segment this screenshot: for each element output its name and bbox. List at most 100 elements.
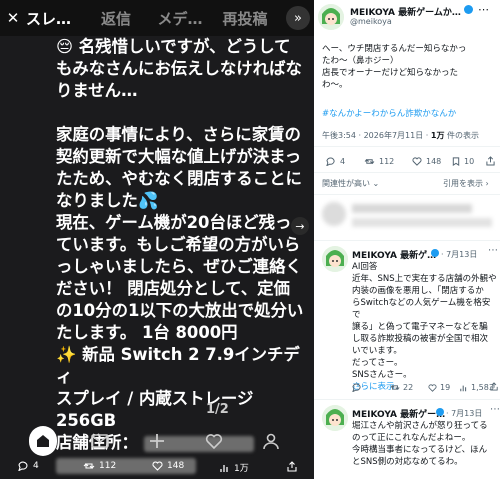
bookmark-stat[interactable]: 10 xyxy=(452,157,474,166)
post-line: ださい！ 閉店処分として、定価 xyxy=(56,279,290,298)
reply-repost-stat[interactable]: 22 xyxy=(390,383,413,392)
viewer-top-bar: ✕ スレ… 返信 メデ… 再投稿 » xyxy=(0,0,314,36)
next-arrow-icon[interactable]: → xyxy=(291,217,309,235)
chevron-right-icon: › xyxy=(485,179,489,188)
reply-count: 4 xyxy=(340,157,346,166)
tweet-line: たわ〜（鼻ホジー） xyxy=(322,56,399,66)
reply-icon[interactable] xyxy=(352,383,362,394)
reply-author-name[interactable]: MEIKOYA 最新ゲ… xyxy=(352,248,436,261)
author-handle[interactable]: @meikoya xyxy=(350,17,392,26)
bookmark-count: 10 xyxy=(464,157,475,166)
tweet-line: 店長でオーナーだけど知らなかった xyxy=(322,68,459,78)
like-count: 148 xyxy=(167,461,185,471)
blurred-reply-text xyxy=(352,218,492,227)
post-line: 😔 名残惜しいですが、どうして xyxy=(56,37,291,56)
avatar[interactable] xyxy=(318,4,344,30)
share-icon[interactable] xyxy=(490,382,498,393)
tweet-meta: 午後3:54 · 2026年7月11日 · 1万 件の表示 xyxy=(322,131,479,140)
views-count: 1万 xyxy=(430,131,445,140)
reply-line: だってさー。 xyxy=(352,358,403,368)
post-line: っしゃいましたら、ぜひご連絡く xyxy=(56,257,302,276)
quote-link[interactable]: 引用を表示 › xyxy=(443,178,489,189)
share-icon[interactable] xyxy=(486,156,495,168)
post-line: たします。 1台 8000円 xyxy=(56,323,238,342)
reply-line: いでいます。 xyxy=(352,346,402,356)
post-image-text: 😔 名残惜しいですが、どうして もみなさんにお伝えしなければな りません… 家庭… xyxy=(56,36,306,474)
post-line: スプレイ / 内蔵ストレージ xyxy=(56,389,254,408)
tweet-line: わ〜。 xyxy=(322,80,348,90)
post-line: たため、やむなく閉店することに xyxy=(56,169,302,188)
mail-icon[interactable] xyxy=(86,427,114,455)
sort-dropdown[interactable]: 関連性が高い ⌄ xyxy=(322,178,379,189)
chevron-down-icon: ⌄ xyxy=(372,179,380,188)
tab-media[interactable]: メデ… xyxy=(148,0,212,36)
divider xyxy=(314,240,500,241)
more-options-icon[interactable]: ⋯ xyxy=(478,3,489,16)
avatar-blurred xyxy=(322,202,346,226)
reply-repost-count: 22 xyxy=(403,383,414,392)
like-stat[interactable]: 148 xyxy=(412,157,441,166)
bottom-nav xyxy=(0,426,314,456)
media-viewer: ✕ スレ… 返信 メデ… 再投稿 » 😔 名残惜しいですが、どうして もみなさん… xyxy=(0,0,314,479)
divider xyxy=(314,194,500,195)
sort-label: 関連性が高い xyxy=(322,179,370,188)
ai-tag: AI回答 xyxy=(352,262,378,272)
blurred-reply-text xyxy=(352,204,472,213)
tab-thread[interactable]: スレ… xyxy=(26,0,84,36)
reply-line: らSwitchなどの人気ゲーム機を格安で xyxy=(352,298,491,320)
reply-line: し取る詐欺投稿の被害が全国で相次 xyxy=(352,334,489,344)
repost-count: 112 xyxy=(99,461,117,471)
profile-icon[interactable] xyxy=(257,427,285,455)
repost-count: 112 xyxy=(379,157,395,166)
post-line: 契約更新で大幅な値上げが決まっ xyxy=(56,147,302,166)
reply-like-stat[interactable]: 19 xyxy=(428,383,450,392)
divider xyxy=(314,172,500,173)
tweet-time: 午後3:54 · 2026年7月11日 xyxy=(322,131,424,140)
avatar[interactable] xyxy=(322,405,348,431)
reply-date: · 7月13日 xyxy=(446,409,483,418)
reply-line: 堀江さんや前沢さんが怒り狂ってる xyxy=(352,421,488,431)
close-icon[interactable]: ✕ xyxy=(0,0,26,36)
tab-reposts[interactable]: 再投稿 xyxy=(212,0,278,36)
reply-line: とSNS側の対応なめてるわ。 xyxy=(352,457,463,467)
home-icon[interactable] xyxy=(28,426,57,456)
views-count: 1万 xyxy=(234,464,249,474)
more-options-icon[interactable]: ⋯ xyxy=(490,404,500,415)
repost-stat[interactable]: 112 xyxy=(364,157,394,166)
post-line: ています。もしご希望の方がいら xyxy=(56,235,301,254)
reply-date: · 7月13日 xyxy=(441,250,478,259)
reply-text: AI回答 近年、SNS上で実在する店舗の外観や 内装の画像を悪用し、「閉店するか… xyxy=(352,261,498,393)
reply-count: 4 xyxy=(33,461,39,471)
more-options-icon[interactable]: ⋯ xyxy=(488,245,498,256)
post-line: 家庭の事情により、さらに家賃の xyxy=(56,125,301,144)
home-icon-active xyxy=(28,426,57,456)
reply-line: 内装の画像を悪用し、「閉店するか xyxy=(352,286,484,296)
reply-action[interactable]: 4 xyxy=(18,461,39,471)
hashtag-link[interactable]: #なんかよーわからん詐欺かなんか xyxy=(322,108,456,120)
reply-line: 近年、SNS上で実在する店舗の外観や xyxy=(352,274,497,284)
chevrons-right-icon[interactable]: » xyxy=(286,6,310,30)
post-line: 現在、ゲーム機が20台ほど残っ xyxy=(56,213,292,232)
reply-author-name[interactable]: MEIKOYA 最新ゲー… xyxy=(352,407,445,420)
reply-stat[interactable]: 4 xyxy=(326,157,345,166)
tweet-line: へー、ウチ閉店するんだー知らなかっ xyxy=(322,44,467,54)
verified-icon xyxy=(431,249,439,257)
like-action[interactable]: 148 xyxy=(152,461,184,471)
avatar[interactable] xyxy=(322,246,348,272)
heart-icon[interactable] xyxy=(200,427,228,455)
add-icon[interactable] xyxy=(143,427,171,455)
like-count: 148 xyxy=(426,157,442,166)
reply-views-stat[interactable]: 1,583 xyxy=(460,383,494,392)
verified-icon xyxy=(436,408,444,416)
repost-action[interactable]: 112 xyxy=(83,461,116,471)
tweet-text: へー、ウチ閉店するんだー知らなかっ たわ〜（鼻ホジー） 店長でオーナーだけど知ら… xyxy=(322,43,498,91)
reply-like-count: 19 xyxy=(440,383,451,392)
share-icon[interactable] xyxy=(287,461,297,472)
tab-replies[interactable]: 返信 xyxy=(84,0,148,36)
views-action[interactable]: 1万 xyxy=(220,461,249,474)
post-line: りません… xyxy=(56,81,138,100)
views-label: 件の表示 xyxy=(447,131,479,140)
reply-line: のって正にこれなんだよねー。 xyxy=(352,433,471,443)
reply-line: SNSさんさー。 xyxy=(352,370,412,380)
